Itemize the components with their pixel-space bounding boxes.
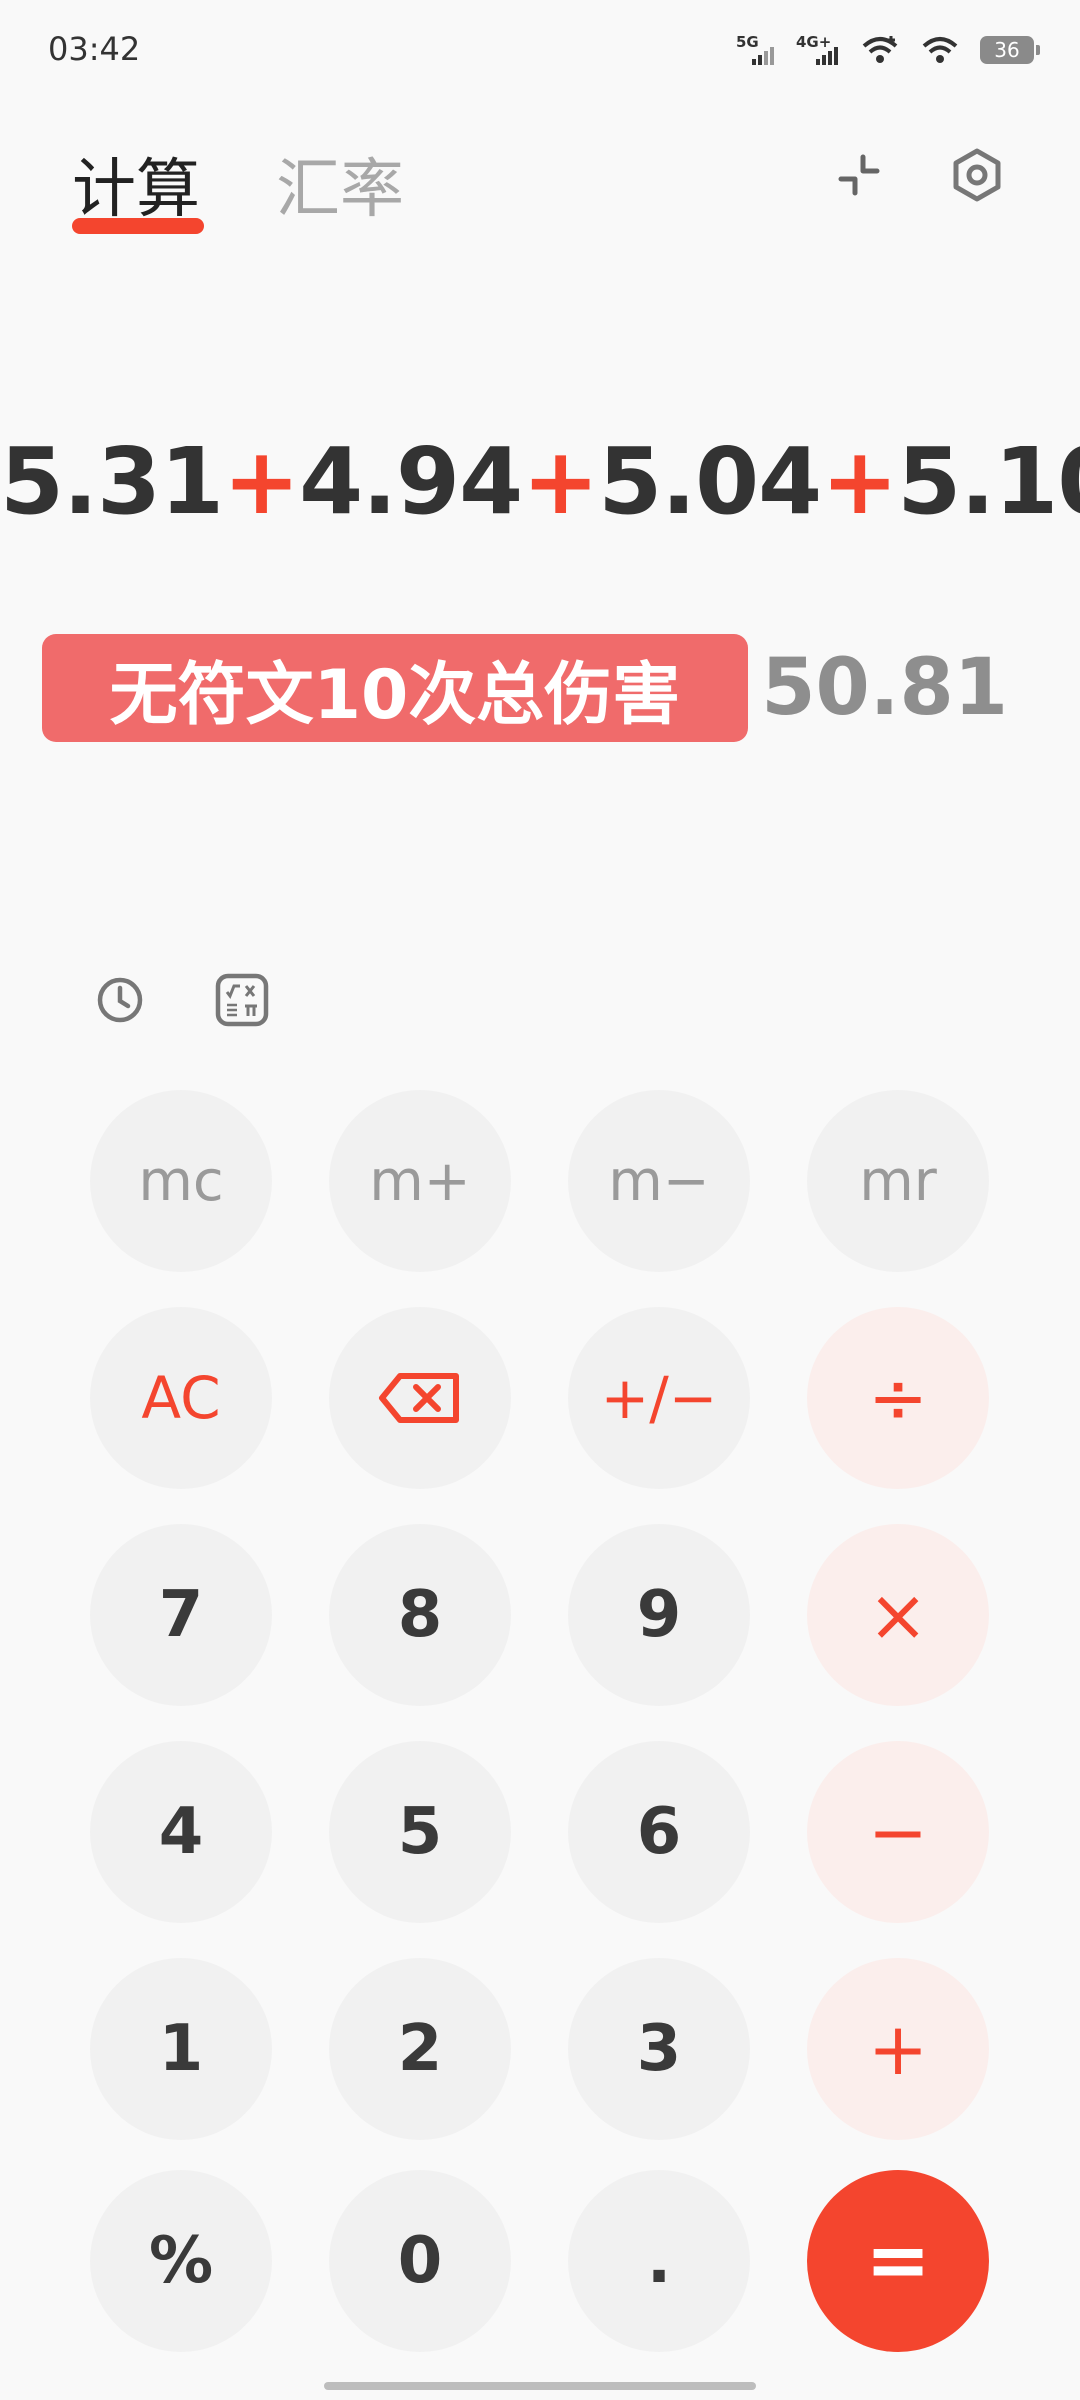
operator-plus: +	[522, 428, 599, 535]
tab-exchange-rate[interactable]: 汇率	[276, 138, 404, 230]
memory-clear-button[interactable]: mc	[90, 1090, 272, 1272]
home-indicator[interactable]	[324, 2382, 756, 2390]
digit-3-button[interactable]: 3	[568, 1958, 750, 2140]
multiply-button[interactable]: ×	[807, 1524, 989, 1706]
operator-plus: +	[223, 428, 300, 535]
equals-button[interactable]: =	[807, 2170, 989, 2352]
percent-button[interactable]: %	[90, 2170, 272, 2352]
subtract-button[interactable]: −	[807, 1741, 989, 1923]
network2-label: 4G+	[796, 33, 831, 51]
compress-icon[interactable]	[826, 142, 892, 208]
digit-6-button[interactable]: 6	[568, 1741, 750, 1923]
all-clear-button[interactable]: AC	[90, 1307, 272, 1489]
result-display: 50.81	[761, 643, 1008, 733]
overlay-label-badge: 无符文10次总伤害	[42, 634, 748, 742]
digit-8-button[interactable]: 8	[329, 1524, 511, 1706]
tab-calculate[interactable]: 计算	[72, 138, 200, 230]
signal-5g-icon: 5G	[736, 33, 774, 65]
operand: 5.31	[0, 428, 224, 535]
digit-1-button[interactable]: 1	[90, 1958, 272, 2140]
digit-2-button[interactable]: 2	[329, 1958, 511, 2140]
history-icon[interactable]	[88, 968, 152, 1032]
operand: 5.04	[598, 428, 822, 535]
operand: 5.10	[897, 428, 1080, 535]
status-icons: 5G 4G+ 36	[736, 30, 1040, 70]
signal-4g-icon: 4G+	[796, 33, 838, 65]
wifi-icon	[922, 37, 958, 63]
digit-0-button[interactable]: 0	[329, 2170, 511, 2352]
decimal-point-button[interactable]: .	[568, 2170, 750, 2352]
expression-display: 5.31+4.94+5.04+5.10	[0, 428, 1080, 535]
digit-7-button[interactable]: 7	[90, 1524, 272, 1706]
backspace-icon	[379, 1373, 459, 1423]
toggle-sign-button[interactable]: +/−	[568, 1307, 750, 1489]
operator-plus: +	[821, 428, 898, 535]
memory-recall-button[interactable]: mr	[807, 1090, 989, 1272]
divide-button[interactable]: ÷	[807, 1307, 989, 1489]
digit-4-button[interactable]: 4	[90, 1741, 272, 1923]
digit-5-button[interactable]: 5	[329, 1741, 511, 1923]
backspace-button[interactable]	[329, 1307, 511, 1489]
wifi-plus-icon	[862, 36, 898, 63]
memory-subtract-button[interactable]: m−	[568, 1090, 750, 1272]
operand: 4.94	[299, 428, 523, 535]
digit-9-button[interactable]: 9	[568, 1524, 750, 1706]
battery-level: 36	[994, 38, 1020, 62]
network1-label: 5G	[736, 33, 759, 51]
active-tab-indicator	[72, 218, 204, 234]
add-button[interactable]: +	[807, 1958, 989, 2140]
battery-icon: 36	[980, 36, 1040, 64]
settings-icon[interactable]	[944, 142, 1010, 208]
memory-add-button[interactable]: m+	[329, 1090, 511, 1272]
scientific-icon[interactable]	[210, 968, 274, 1032]
status-time: 03:42	[48, 30, 141, 68]
